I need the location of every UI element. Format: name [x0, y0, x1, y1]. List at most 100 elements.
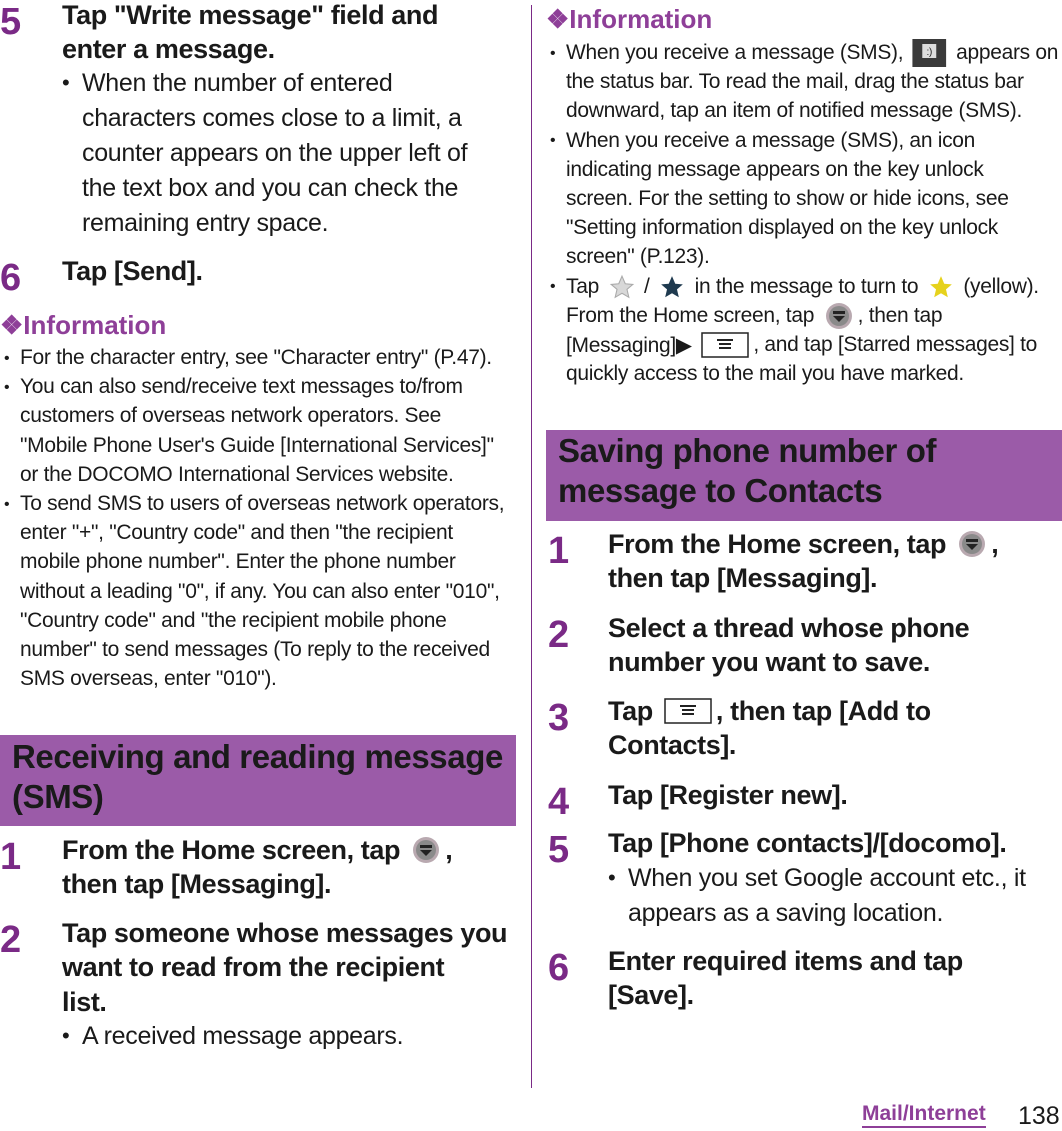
text-segment: (yellow).: [957, 274, 1039, 298]
text-line: (SMS): [12, 778, 104, 815]
text-line: Tap [Send].: [62, 255, 203, 286]
text-line: "Country code" and "the recipient mobile…: [20, 608, 447, 632]
text-segment: , then tap: [857, 303, 943, 327]
text-line: the status bar. To read the mail, drag t…: [566, 70, 1024, 94]
text-line: From the Home screen, tap ,: [62, 833, 453, 867]
text-line: Receiving and reading message: [12, 738, 503, 775]
step-number: 4: [548, 781, 570, 823]
bullet: •: [4, 378, 10, 396]
bullet: •: [550, 44, 556, 62]
text-line: mobile phone number". Enter the phone nu…: [20, 550, 456, 574]
step-number: 2: [548, 614, 570, 656]
text-segment: appears on: [950, 41, 1059, 64]
text-line: or the DOCOMO International Services web…: [20, 462, 454, 486]
text-line: From the Home screen, tap ,: [608, 527, 999, 561]
text-segment: From the Home screen, tap: [608, 528, 954, 559]
step-number: 1: [0, 836, 22, 878]
text-line: the text box and you can check the: [82, 173, 459, 202]
text-line: When you set Google account etc., it: [628, 863, 1026, 892]
text-line: screen" (P.123).: [566, 245, 710, 269]
text-line: Tap "Write message" field and: [62, 0, 439, 30]
text-line: Saving phone number of: [558, 432, 937, 469]
apps-icon: [957, 529, 987, 559]
step-number: 5: [548, 829, 570, 871]
bullet: •: [550, 278, 556, 296]
menu-key-icon: [664, 698, 712, 724]
step-number: 6: [548, 947, 570, 989]
text-line: characters comes close to a limit, a: [82, 103, 462, 132]
svg-text::): :): [927, 47, 932, 58]
step-number: 1: [548, 530, 570, 572]
text-segment: When you receive a message (SMS),: [566, 41, 909, 64]
apps-icon: [824, 301, 854, 331]
text-line: quickly access to the mail you have mark…: [566, 362, 964, 386]
text-line: A received message appears.: [82, 1021, 404, 1050]
bullet: •: [62, 70, 70, 95]
text-line: Tap [Phone contacts]/[docomo].: [608, 827, 1007, 858]
text-line: number you want to save.: [608, 647, 930, 677]
text-line: enter a message.: [62, 34, 275, 64]
text-line: When you receive a message (SMS), :) app…: [566, 39, 1058, 68]
text-line: appears as a saving location.: [628, 898, 944, 927]
text-line: indicating message appears on the key un…: [566, 157, 984, 181]
text-line: Tap [Register new].: [608, 779, 848, 810]
text-line: To send SMS to users of overseas network…: [20, 492, 505, 515]
text-segment: From the Home screen, tap: [566, 303, 820, 327]
text-line: You can also send/receive text messages …: [20, 375, 463, 399]
text-segment: ,: [445, 834, 453, 865]
text-line: number" to send messages (To reply to th…: [20, 638, 490, 661]
text-line: want to read from the recipient: [62, 952, 445, 982]
step-number: 5: [0, 1, 22, 43]
text-line: [Save].: [608, 980, 694, 1010]
text-line: message to Contacts: [558, 472, 883, 509]
text-line: SMS overseas, enter "010").: [20, 667, 277, 691]
star-gray-icon: [609, 274, 635, 300]
menu-key-icon: [701, 332, 750, 358]
footer-section-link[interactable]: Mail/Internet: [862, 1102, 986, 1128]
text-line: downward, tap an item of notified messag…: [566, 99, 1022, 123]
text-line: "Mobile Phone User's Guide [Internationa…: [20, 433, 494, 457]
info-heading: ❖Information: [546, 4, 713, 34]
text-segment: , and tap [Starred messages] to: [753, 333, 1038, 356]
star-navy-icon: [659, 274, 685, 300]
bullet: •: [550, 132, 556, 150]
bullet: •: [4, 349, 10, 367]
text-line: then tap [Messaging].: [62, 869, 332, 899]
text-segment: From the Home screen, tap: [62, 834, 408, 865]
text-segment: [Messaging]▶: [566, 333, 698, 357]
info-heading: ❖Information: [0, 310, 167, 340]
text-line: "Setting information displayed on the ke…: [566, 216, 998, 240]
text-line: Tap , then tap [Add to: [608, 694, 931, 728]
apps-icon: [411, 835, 441, 865]
text-line: then tap [Messaging].: [608, 563, 878, 593]
text-segment: /: [638, 274, 656, 298]
text-line: When the number of entered: [82, 68, 393, 97]
bullet: •: [608, 865, 616, 890]
text-line: counter appears on the upper left of: [82, 138, 468, 167]
sms-notification-icon: :): [912, 39, 947, 67]
text-line: Select a thread whose phone: [608, 612, 970, 643]
text-line: [Messaging]▶ , and tap [Starred messages…: [566, 331, 1037, 360]
text-segment: , then tap [Add to: [715, 695, 931, 726]
bullet: •: [4, 495, 10, 513]
step-number: 3: [548, 697, 570, 739]
text-line: screen. For the setting to show or hide …: [566, 187, 1009, 210]
column-divider: [531, 5, 532, 1088]
step-number: 6: [0, 257, 22, 299]
star-yellow-icon: [928, 274, 954, 300]
text-line: Tap / in the message to turn to (yellow)…: [566, 272, 1039, 301]
text-segment: Tap: [608, 695, 660, 726]
text-segment: ,: [991, 528, 999, 559]
text-line: customers of overseas network operators.…: [20, 404, 442, 428]
text-line: Tap someone whose messages you: [62, 917, 508, 948]
text-line: list.: [62, 986, 107, 1017]
text-segment: in the message to turn to: [689, 274, 924, 298]
text-line: enter "+", "Country code" and then "the …: [20, 521, 453, 545]
step-number: 2: [0, 919, 22, 961]
text-line: When you receive a message (SMS), an ico…: [566, 128, 976, 152]
text-line: Enter required items and tap: [608, 945, 963, 976]
text-line: without a leading "0", if any. You can a…: [20, 579, 500, 603]
page-number: 138: [1018, 1102, 1060, 1130]
text-segment: Tap: [566, 274, 605, 298]
text-line: For the character entry, see "Character …: [20, 346, 492, 369]
